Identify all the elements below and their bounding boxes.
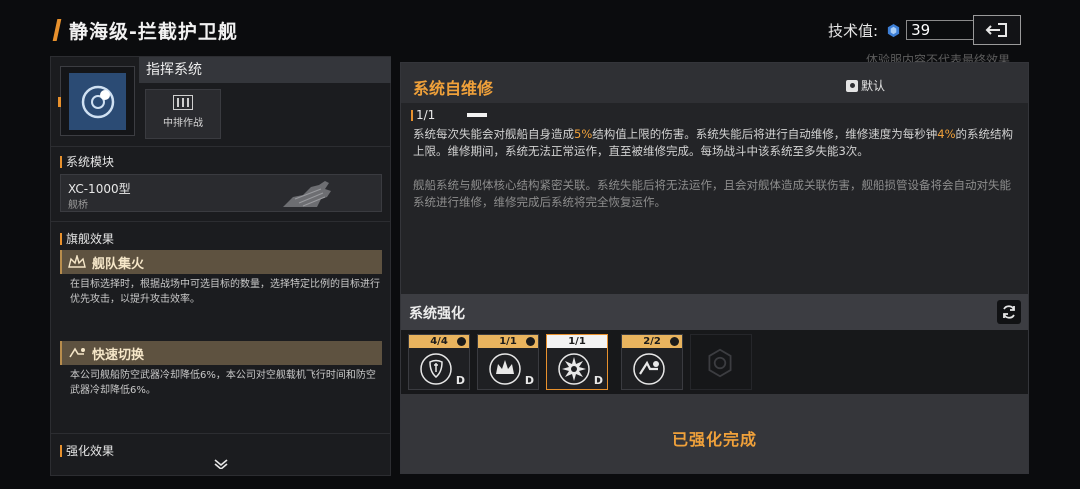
desc-highlight: 4% bbox=[937, 127, 956, 141]
crown-icon bbox=[68, 255, 86, 268]
bridge-module-icon bbox=[283, 181, 331, 207]
flagship-effect-focus-fire[interactable]: 舰队集火 bbox=[60, 250, 382, 274]
swap-icon bbox=[633, 353, 665, 385]
swap-icon bbox=[69, 347, 85, 358]
enhance-slot-locked[interactable] bbox=[690, 334, 752, 390]
flagship-effect-quick-switch[interactable]: 快速切换 bbox=[60, 341, 382, 365]
system-icon-card[interactable] bbox=[58, 66, 135, 136]
crown-burst-icon bbox=[489, 353, 521, 385]
enhance-slot-selected[interactable]: 1/1 D bbox=[546, 334, 608, 390]
level-row: 1/1 bbox=[411, 108, 488, 122]
divider bbox=[51, 146, 390, 147]
exit-icon bbox=[985, 23, 1007, 37]
default-badge: 默认 bbox=[846, 77, 885, 94]
slot-count: 1/1 bbox=[547, 335, 607, 348]
target-icon bbox=[81, 85, 114, 118]
slot-status-icon bbox=[670, 337, 679, 346]
enhance-section-header: 强化效果 bbox=[60, 442, 114, 459]
module-section-header: 系统模块 bbox=[60, 153, 114, 170]
module-name: XC-1000型 bbox=[68, 182, 131, 196]
slot-grade: D bbox=[455, 374, 465, 387]
desc-text: 系统每次失能会对舰船自身造成 bbox=[413, 127, 574, 141]
enhance-title: 系统强化 bbox=[409, 306, 465, 322]
slot-grade: D bbox=[593, 374, 603, 387]
detail-header: 系统自维修 默认 bbox=[401, 63, 1028, 103]
level-marker bbox=[411, 109, 413, 121]
exit-button[interactable] bbox=[973, 15, 1021, 45]
divider bbox=[51, 221, 390, 222]
refresh-button[interactable] bbox=[997, 300, 1021, 324]
system-icon-frame bbox=[69, 73, 126, 130]
flagship-effect-label: 快速切换 bbox=[92, 347, 145, 363]
slot-status-icon bbox=[526, 337, 535, 346]
title-accent-mark bbox=[52, 19, 62, 41]
flagship-effect-label: 舰队集火 bbox=[92, 256, 145, 272]
default-label: 默认 bbox=[861, 79, 886, 93]
level-bar bbox=[467, 113, 488, 117]
divider bbox=[51, 433, 390, 434]
detail-lore: 舰船系统与舰体核心结构紧密关联。系统失能后将无法运作，且会对舰体造成关联伤害，舰… bbox=[413, 178, 1011, 209]
enhance-status-area: 已强化完成 bbox=[401, 394, 1028, 473]
mode-label: 中排作战 bbox=[163, 118, 203, 129]
flagship-effect-desc: 本公司舰船防空武器冷却降低6%，本公司对空舰载机飞行时间和防空武器冷却降低6%。 bbox=[70, 370, 376, 396]
detail-title: 系统自维修 bbox=[413, 79, 494, 98]
level-value: 1/1 bbox=[416, 108, 436, 122]
page-title-wrap: 静海级-拦截护卫舰 bbox=[52, 16, 238, 44]
chevron-down-icon[interactable] bbox=[214, 459, 228, 469]
tech-value: 39 bbox=[906, 20, 975, 40]
refresh-icon bbox=[1003, 305, 1015, 319]
desc-highlight: 5% bbox=[574, 127, 593, 141]
enhance-complete-text: 已强化完成 bbox=[671, 430, 757, 449]
tech-gem-icon bbox=[887, 23, 900, 37]
system-info-panel: 指挥系统 中排作战 系统模块 XC-1000型 舰桥 旗舰效果 舰队集火 在目标… bbox=[50, 56, 391, 476]
enhance-header: 系统强化 bbox=[401, 294, 1028, 330]
module-subtitle: 舰桥 bbox=[68, 200, 88, 211]
tech-value-display: 技术值: 39 bbox=[828, 18, 975, 42]
flagship-effect-desc: 在目标选择时，根据战场中可选目标的数量，选择特定比例的目标进行优先攻击，以提升攻… bbox=[70, 279, 380, 305]
module-card[interactable]: XC-1000型 舰桥 bbox=[60, 174, 382, 212]
default-icon bbox=[846, 79, 858, 92]
system-detail-panel: 系统自维修 默认 1/1 系统每次失能会对舰船自身造成5%结构值上限的伤害。系统… bbox=[400, 62, 1029, 474]
system-title: 指挥系统 bbox=[139, 57, 391, 83]
selected-marker bbox=[58, 97, 61, 107]
slot-status-icon bbox=[457, 337, 466, 346]
slot-grade: D bbox=[524, 374, 534, 387]
desc-text: 结构值上限的伤害。系统失能后将进行自动维修，维修速度为每秒钟 bbox=[592, 127, 938, 141]
shield-repair-icon bbox=[420, 353, 452, 385]
locked-slot-icon bbox=[708, 348, 732, 378]
page-title: 静海级-拦截护卫舰 bbox=[69, 20, 238, 43]
gear-burst-icon bbox=[558, 353, 590, 385]
detail-description: 系统每次失能会对舰船自身造成5%结构值上限的伤害。系统失能后将进行自动维修，维修… bbox=[413, 126, 1013, 160]
enhance-slot[interactable]: 2/2 bbox=[621, 334, 683, 390]
enhance-slot[interactable]: 4/4 D bbox=[408, 334, 470, 390]
enhance-slot[interactable]: 1/1 D bbox=[477, 334, 539, 390]
formation-icon bbox=[173, 95, 193, 110]
tech-label: 技术值: bbox=[828, 21, 879, 40]
mode-button[interactable]: 中排作战 bbox=[145, 89, 221, 139]
enhance-slots: 4/4 D 1/1 D 1/1 D 2/2 bbox=[401, 330, 1028, 394]
flagship-section-header: 旗舰效果 bbox=[60, 230, 114, 247]
